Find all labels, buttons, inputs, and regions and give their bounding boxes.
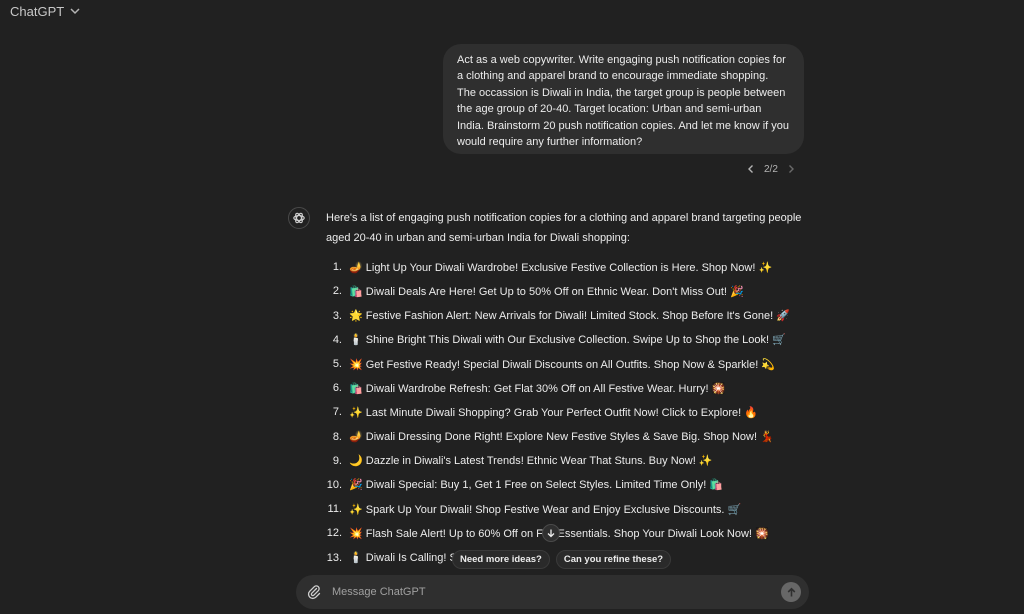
list-item: 4. 🕯️ Shine Bright This Diwali with Our E… <box>326 328 806 352</box>
model-selector[interactable]: ChatGPT <box>10 3 82 19</box>
arrow-down-icon <box>547 529 555 538</box>
next-response-button[interactable] <box>784 162 798 176</box>
pager-count: 2/2 <box>764 163 778 175</box>
suggestion-chips: Need more ideas? Can you refine these? <box>452 550 672 569</box>
item-text: 💥 Get Festive Ready! Special Diwali Disc… <box>349 358 776 371</box>
item-text: ✨ Last Minute Diwali Shopping? Grab Your… <box>349 406 758 419</box>
list-item: 5. 💥 Get Festive Ready! Special Diwali Di… <box>326 352 806 376</box>
list-item: 1. 🪔 Light Up Your Diwali Wardrobe! Exclu… <box>326 255 806 279</box>
item-number: 2. <box>332 285 342 298</box>
message-composer <box>296 575 809 609</box>
item-text: 🛍️ Diwali Deals Are Here! Get Up to 50% … <box>349 285 744 298</box>
item-number: 13. <box>326 551 342 564</box>
item-text: 🪔 Light Up Your Diwali Wardrobe! Exclusi… <box>349 261 773 274</box>
item-text: 🌙 Dazzle in Diwali's Latest Trends! Ethn… <box>349 455 713 468</box>
scroll-to-bottom-button[interactable] <box>542 524 560 542</box>
arrow-up-icon <box>787 587 795 596</box>
item-number: 6. <box>332 382 342 395</box>
list-item: 11. ✨ Spark Up Your Diwali! Shop Festive … <box>326 497 806 521</box>
list-item: 12. 💥 Flash Sale Alert! Up to 60% Off on … <box>326 521 806 545</box>
user-message-text: Act as a web copywriter. Write engaging … <box>457 54 790 149</box>
item-number: 3. <box>332 309 342 322</box>
send-button[interactable] <box>781 582 801 602</box>
item-text: 🪔 Diwali Dressing Done Right! Explore Ne… <box>349 431 774 444</box>
item-text: 🛍️ Diwali Wardrobe Refresh: Get Flat 30%… <box>349 382 726 395</box>
item-number: 4. <box>332 333 342 346</box>
list-item: 9. 🌙 Dazzle in Diwali's Latest Trends! Et… <box>326 449 806 473</box>
paperclip-icon[interactable] <box>306 584 322 600</box>
message-input[interactable] <box>330 585 781 599</box>
list-item: 10. 🎉 Diwali Special: Buy 1, Get 1 Free o… <box>326 473 806 497</box>
assistant-intro: Here's a list of engaging push notificat… <box>326 212 802 244</box>
item-number: 8. <box>332 430 342 443</box>
item-number: 11. <box>327 503 342 516</box>
list-item: 3. 🌟 Festive Fashion Alert: New Arrivals … <box>326 304 806 328</box>
item-number: 9. <box>332 454 342 467</box>
previous-response-button[interactable] <box>744 162 758 176</box>
suggestion-more-ideas[interactable]: Need more ideas? <box>452 550 550 569</box>
item-text: 🎉 Diwali Special: Buy 1, Get 1 Free on S… <box>349 479 724 492</box>
list-item: 6. 🛍️ Diwali Wardrobe Refresh: Get Flat 3… <box>326 376 806 400</box>
item-number: 12. <box>326 527 342 540</box>
list-item: 8. 🪔 Diwali Dressing Done Right! Explore … <box>326 425 806 449</box>
item-text: 🕯️ Shine Bright This Diwali with Our Exc… <box>349 334 786 347</box>
suggestion-refine[interactable]: Can you refine these? <box>555 550 672 569</box>
item-number: 1. <box>332 261 342 274</box>
notification-list: 1. 🪔 Light Up Your Diwali Wardrobe! Exclu… <box>326 255 806 569</box>
response-pager: 2/2 <box>744 162 798 176</box>
item-text: ✨ Spark Up Your Diwali! Shop Festive Wea… <box>349 503 742 516</box>
openai-logo-icon <box>288 207 310 229</box>
chevron-down-icon <box>68 4 82 18</box>
user-message: Act as a web copywriter. Write engaging … <box>443 44 804 154</box>
list-item: 7. ✨ Last Minute Diwali Shopping? Grab Yo… <box>326 400 806 424</box>
assistant-message: Here's a list of engaging push notificat… <box>326 209 806 570</box>
item-number: 5. <box>332 358 342 371</box>
app-title: ChatGPT <box>10 3 65 19</box>
item-number: 7. <box>332 406 342 419</box>
item-text: 🌟 Festive Fashion Alert: New Arrivals fo… <box>349 310 790 323</box>
item-number: 10. <box>326 478 342 491</box>
list-item: 2. 🛍️ Diwali Deals Are Here! Get Up to 50… <box>326 279 806 303</box>
